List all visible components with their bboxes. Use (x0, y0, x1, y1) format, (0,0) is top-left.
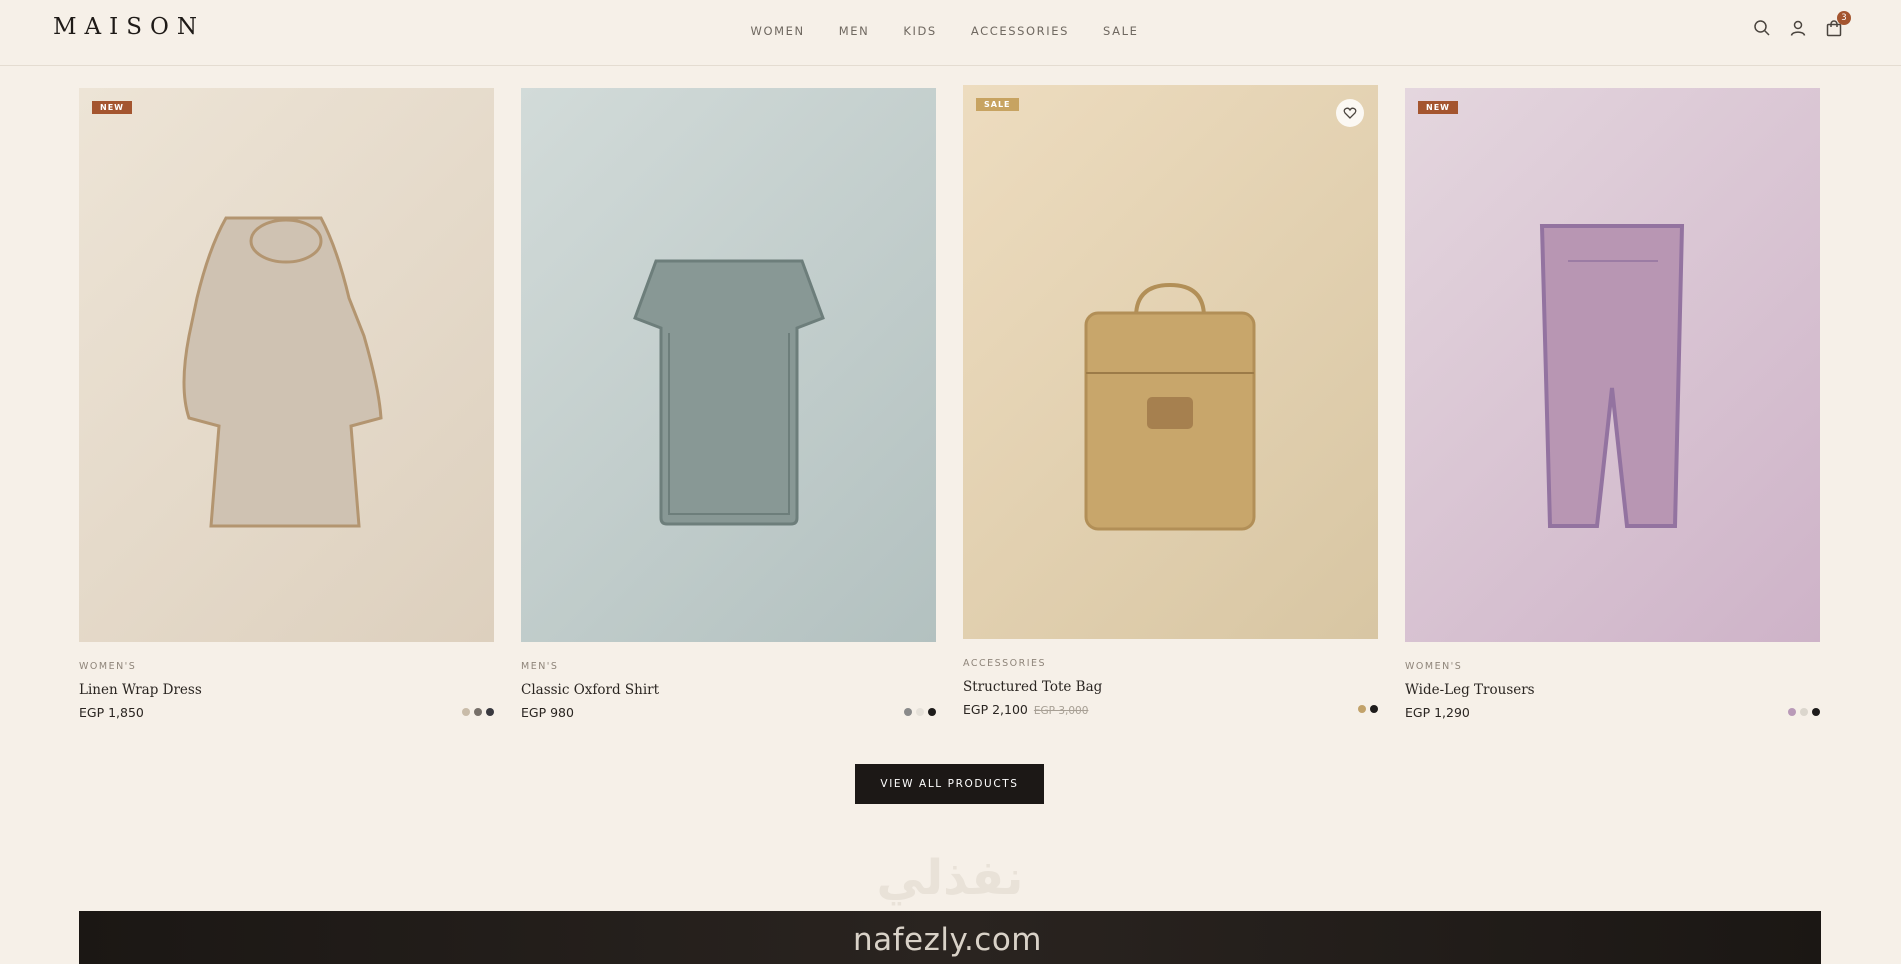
color-swatch[interactable] (486, 708, 494, 716)
product-price: EGP 980 (521, 705, 574, 720)
cart-count-badge: 3 (1837, 11, 1851, 25)
bag-illustration (1084, 282, 1256, 531)
view-all-products-button[interactable]: VIEW ALL PRODUCTS (855, 764, 1044, 804)
new-badge: NEW (1418, 101, 1458, 114)
product-name[interactable]: Wide-Leg Trousers (1405, 682, 1535, 698)
product-price: EGP 1,290 (1405, 705, 1470, 720)
product-image[interactable]: NEW (79, 88, 494, 642)
color-swatches (1358, 705, 1378, 713)
color-swatch[interactable] (474, 708, 482, 716)
color-swatches (904, 708, 936, 716)
product-price: EGP 1,850 (79, 705, 144, 720)
old-price: EGP 3,000 (1033, 705, 1089, 717)
color-swatch[interactable] (1788, 708, 1796, 716)
site-header: MAISON WOMEN MEN KIDS ACCESSORIES SALE 3 (0, 0, 1901, 66)
nav-kids[interactable]: KIDS (903, 24, 937, 38)
product-category: ACCESSORIES (963, 658, 1047, 669)
search-icon[interactable] (1753, 19, 1771, 37)
product-image[interactable] (521, 88, 936, 642)
color-swatch[interactable] (904, 708, 912, 716)
main-nav: WOMEN MEN KIDS ACCESSORIES SALE (0, 24, 1901, 38)
color-swatch[interactable] (1800, 708, 1808, 716)
nav-women[interactable]: WOMEN (751, 24, 805, 38)
color-swatches (462, 708, 494, 716)
heart-icon (1343, 107, 1357, 119)
product-image[interactable]: SALE (963, 85, 1378, 639)
nav-accessories[interactable]: ACCESSORIES (971, 24, 1069, 38)
wishlist-button[interactable] (1336, 99, 1364, 127)
account-icon[interactable] (1789, 19, 1807, 37)
color-swatch[interactable] (928, 708, 936, 716)
color-swatches (1788, 708, 1820, 716)
product-category: WOMEN'S (79, 661, 137, 672)
trousers-illustration (1539, 224, 1685, 528)
shirt-illustration (633, 259, 825, 526)
product-category: MEN'S (521, 661, 559, 672)
cart-icon[interactable]: 3 (1825, 11, 1851, 37)
watermark-logo: نفذلي (877, 850, 1024, 906)
color-swatch[interactable] (916, 708, 924, 716)
sale-badge: SALE (976, 98, 1019, 111)
product-name[interactable]: Linen Wrap Dress (79, 682, 202, 698)
new-badge: NEW (92, 101, 132, 114)
watermark-text: nafezly.com (853, 922, 1043, 958)
product-image[interactable]: NEW (1405, 88, 1820, 642)
product-price: EGP 2,100 EGP 3,000 (963, 702, 1089, 717)
nav-men[interactable]: MEN (839, 24, 870, 38)
product-category: WOMEN'S (1405, 661, 1463, 672)
dress-illustration (182, 216, 383, 528)
product-name[interactable]: Structured Tote Bag (963, 679, 1102, 695)
color-swatch[interactable] (1370, 705, 1378, 713)
color-swatch[interactable] (1358, 705, 1366, 713)
color-swatch[interactable] (1812, 708, 1820, 716)
nav-sale[interactable]: SALE (1103, 24, 1138, 38)
product-name[interactable]: Classic Oxford Shirt (521, 682, 659, 698)
color-swatch[interactable] (462, 708, 470, 716)
svg-text:نفذلي: نفذلي (877, 850, 1024, 906)
